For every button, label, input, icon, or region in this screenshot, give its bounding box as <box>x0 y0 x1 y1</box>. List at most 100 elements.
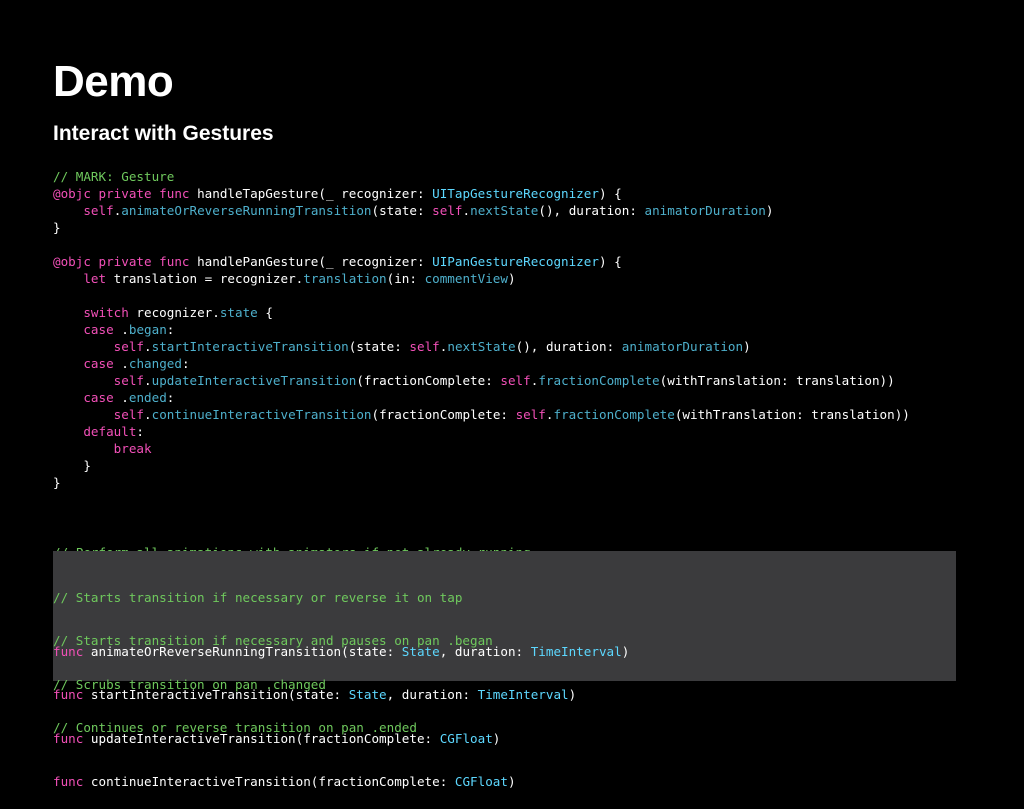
code-text: (), duration: <box>515 339 622 354</box>
code-text: . <box>144 339 152 354</box>
code-line: case .changed: <box>53 355 910 372</box>
code-line: } <box>53 219 910 236</box>
code-identifier: fractionComplete <box>538 373 660 388</box>
code-text: : <box>136 424 145 439</box>
code-text: . <box>144 373 152 388</box>
code-keyword: self <box>500 373 531 388</box>
code-keyword: switch <box>83 305 129 320</box>
code-text: ) <box>507 271 516 286</box>
code-text: . <box>545 407 554 422</box>
code-keyword: @objc private func <box>53 254 190 269</box>
code-text: (fractionComplete: <box>356 373 501 388</box>
code-identifier: startInteractiveTransition <box>151 339 349 354</box>
code-line: self.updateInteractiveTransition(fractio… <box>53 372 910 389</box>
code-identifier: animatorDuration <box>644 203 766 218</box>
code-keyword: self <box>113 373 145 388</box>
code-identifier: animatorDuration <box>621 339 744 354</box>
code-type: UITapGestureRecognizer <box>432 186 599 201</box>
code-line: self.startInteractiveTransition(state: s… <box>53 338 910 355</box>
code-text: ) { <box>598 186 622 201</box>
code-line: break <box>53 440 910 457</box>
code-identifier: commentView <box>424 271 508 286</box>
code-line: switch recognizer.state { <box>53 304 910 321</box>
code-text: } <box>53 220 61 235</box>
code-text: (state: <box>348 339 410 354</box>
slide-title: Demo <box>53 57 174 106</box>
code-text: ) { <box>598 254 622 269</box>
code-text: . <box>144 407 152 422</box>
signature-declaration: func continueInteractiveTransition(fract… <box>53 773 956 791</box>
slide-subtitle: Interact with Gestures <box>53 122 274 145</box>
code-keyword: case <box>83 390 114 405</box>
code-line: default: <box>53 423 910 440</box>
code-line: self. animateOrReverseRunningTransition(s… <box>53 202 910 219</box>
code-type: UIPanGestureRecognizer <box>432 254 599 269</box>
code-keyword: self <box>83 203 114 218</box>
code-line: // MARK: Gesture <box>53 168 910 185</box>
code-keyword: @objc private func <box>53 186 190 201</box>
code-identifier: state <box>219 305 258 320</box>
code-type: CGFloat <box>454 774 508 789</box>
code-text: : <box>166 390 175 405</box>
code-identifier: began <box>128 322 167 337</box>
code-text: . <box>113 322 129 337</box>
code-text: . <box>462 203 471 218</box>
code-identifier: translation <box>303 271 387 286</box>
code-comment: // MARK: Gesture <box>53 169 175 184</box>
code-keyword: let <box>83 271 107 286</box>
code-line: @objc private func handleTapGesture(_ re… <box>53 185 910 202</box>
code-text: continueInteractiveTransition(fractionCo… <box>83 774 455 789</box>
code-line: } <box>53 474 910 491</box>
code-keyword: self <box>113 339 145 354</box>
code-keyword: case <box>83 356 114 371</box>
code-text: { <box>257 305 273 320</box>
code-text: (withTranslation: translation)) <box>674 407 910 422</box>
signature-block-continue-interactive-transition: // Continues or reverse transition on pa… <box>53 683 956 809</box>
code-identifier: nextState <box>470 203 539 218</box>
code-text: handleTapGesture(_ recognizer: <box>189 186 433 201</box>
code-keyword: break <box>113 441 152 456</box>
code-identifier: ended <box>128 390 167 405</box>
code-keyword: case <box>83 322 114 337</box>
code-keyword: self <box>432 203 463 218</box>
code-identifier: animateOrReverseRunningTransition <box>121 203 372 218</box>
code-line: let translation = recognizer.translation… <box>53 270 910 287</box>
code-text: : <box>166 322 175 337</box>
code-text: (state: <box>371 203 433 218</box>
code-text: : <box>181 356 190 371</box>
code-identifier: nextState <box>447 339 516 354</box>
code-identifier: continueInteractiveTransition <box>151 407 372 422</box>
code-text: . <box>113 356 129 371</box>
code-text: . <box>113 390 129 405</box>
code-text: } <box>53 458 91 473</box>
code-line: } <box>53 457 910 474</box>
code-line: case .began: <box>53 321 910 338</box>
code-line: case .ended: <box>53 389 910 406</box>
signature-comment: // Continues or reverse transition on pa… <box>53 720 417 735</box>
code-text: ) <box>743 339 751 354</box>
code-text: (), duration: <box>538 203 645 218</box>
code-text: ) <box>765 203 774 218</box>
code-text: } <box>53 475 61 490</box>
code-text: (in: <box>386 271 425 286</box>
code-line: self.continueInteractiveTransition(fract… <box>53 406 910 423</box>
code-text: recognizer. <box>128 305 220 320</box>
code-keyword: self <box>409 339 440 354</box>
gesture-code-block: // MARK: Gesture @objc private func handl… <box>53 168 910 491</box>
code-keyword: self <box>515 407 546 422</box>
code-identifier: changed <box>128 356 182 371</box>
code-text: (fractionComplete: <box>371 407 516 422</box>
code-keyword: default <box>83 424 137 439</box>
code-text: ) <box>507 774 516 789</box>
